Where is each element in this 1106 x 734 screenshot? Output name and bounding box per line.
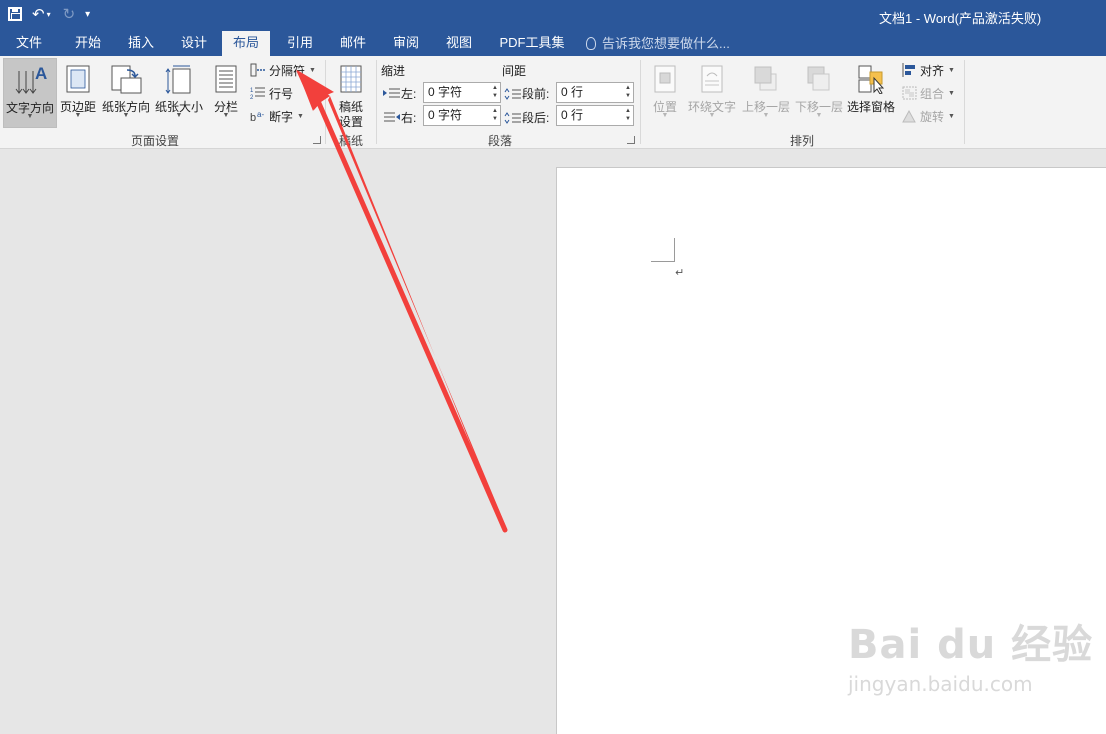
annotation-arrow-icon: [296, 70, 508, 533]
